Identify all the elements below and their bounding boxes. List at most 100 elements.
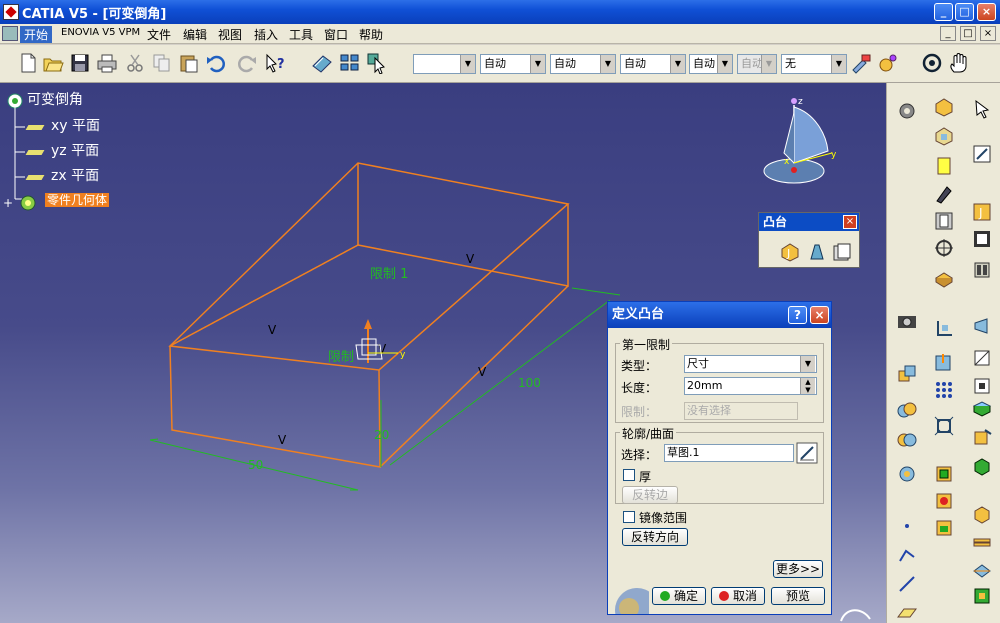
compass-icon[interactable]: z y x (762, 93, 842, 189)
shell-icon[interactable] (971, 375, 993, 397)
intersect-icon[interactable] (896, 428, 918, 450)
multi-section-icon[interactable] (971, 315, 993, 337)
doc-minimize-button[interactable]: _ (940, 26, 956, 41)
rotate-icon[interactable] (971, 455, 993, 477)
dialog-help-button[interactable]: ? (788, 306, 807, 324)
pad-highlight-icon[interactable]: J (971, 201, 993, 223)
translate-icon[interactable] (971, 426, 993, 448)
save-icon[interactable] (69, 52, 91, 74)
more-button[interactable]: 更多>> (773, 560, 823, 578)
line-icon[interactable] (896, 573, 918, 595)
sketch-edit-icon[interactable] (796, 442, 818, 464)
pad-icon[interactable]: J (779, 241, 801, 263)
stack-icon[interactable] (971, 531, 993, 553)
menu-enovia[interactable]: ENOVIA V5 VPM (58, 27, 143, 38)
preview-button[interactable]: 预览 (771, 587, 825, 605)
groove-icon[interactable] (933, 183, 955, 205)
close-button[interactable]: × (977, 3, 996, 21)
catalog-icon[interactable] (339, 52, 361, 74)
split-icon[interactable] (971, 559, 993, 581)
properties-icon[interactable] (877, 52, 899, 74)
sketcher-icon[interactable] (311, 52, 333, 74)
cancel-button[interactable]: 取消 (711, 587, 765, 605)
target-icon[interactable] (933, 237, 955, 259)
whats-this-icon[interactable]: ? (264, 52, 286, 74)
polyline-icon[interactable] (896, 543, 918, 565)
menu-insert[interactable]: 插入 (251, 26, 281, 43)
mirrored-extent-checkbox[interactable] (623, 511, 635, 523)
rib-icon[interactable] (933, 266, 955, 288)
pattern-icon[interactable] (933, 379, 955, 401)
copy-icon[interactable] (151, 52, 173, 74)
print-icon[interactable] (96, 52, 118, 74)
remove-face-icon[interactable] (933, 490, 955, 512)
menu-tools[interactable]: 工具 (286, 26, 316, 43)
length-field[interactable]: 20mm ▲ ▼ (684, 377, 817, 395)
axis-system-icon[interactable] (933, 317, 955, 339)
redo-icon[interactable] (236, 52, 258, 74)
catia-app-icon[interactable] (3, 4, 19, 20)
assemble-icon[interactable] (896, 399, 918, 421)
mirror-icon[interactable] (971, 398, 993, 420)
layer-combo[interactable]: 自动 ▼ (689, 54, 733, 74)
menu-file[interactable]: 文件 (144, 26, 174, 43)
spinner-icon[interactable]: ▲ ▼ (800, 378, 815, 394)
multi-pad-icon[interactable] (831, 241, 853, 263)
open-icon[interactable] (42, 52, 64, 74)
direction-arrow-icon[interactable]: y (348, 315, 412, 375)
maximize-button[interactable]: □ (955, 3, 974, 21)
doc-restore-button[interactable]: □ (960, 26, 976, 41)
thickness-icon[interactable] (933, 463, 955, 485)
sketch-icon[interactable] (971, 143, 993, 165)
thick-checkbox[interactable] (623, 469, 635, 481)
shaft-icon[interactable] (933, 155, 955, 177)
reverse-direction-button[interactable]: 反转方向 (622, 528, 688, 546)
line-color-combo[interactable]: ▼ (413, 54, 476, 74)
hole-icon[interactable] (933, 210, 955, 232)
boolean-add-icon[interactable] (896, 363, 918, 385)
pocket-icon[interactable] (933, 125, 955, 147)
document-icon[interactable] (2, 26, 18, 41)
pad-icon[interactable] (933, 96, 955, 118)
gear-icon[interactable] (896, 100, 918, 122)
menu-help[interactable]: 帮助 (356, 26, 386, 43)
doc-close-button[interactable]: × (980, 26, 996, 41)
limit1-label[interactable]: 限制 1 (370, 263, 408, 282)
cut-icon[interactable] (124, 52, 146, 74)
replace-face-icon[interactable] (933, 517, 955, 539)
menu-view[interactable]: 视图 (215, 26, 245, 43)
select-arrow-icon[interactable] (971, 98, 993, 120)
dialog-close-button[interactable]: × (810, 306, 829, 324)
select-mode-icon[interactable] (366, 52, 388, 74)
menu-start[interactable]: 开始 (20, 26, 53, 43)
plane-tool-icon[interactable] (896, 601, 918, 623)
type-select[interactable]: 尺寸 ▼ (684, 355, 817, 373)
pan-hand-icon[interactable] (948, 52, 970, 74)
minimize-button[interactable]: _ (934, 3, 953, 21)
rotate-view-icon[interactable] (921, 52, 943, 74)
menu-window[interactable]: 窗口 (321, 26, 351, 43)
drafted-pad-icon[interactable] (805, 241, 827, 263)
line-weight-combo[interactable]: 自动 ▼ (550, 54, 616, 74)
line-type-combo[interactable]: 自动 ▼ (480, 54, 546, 74)
draft-icon[interactable] (971, 347, 993, 369)
new-icon[interactable] (17, 52, 39, 74)
point-icon[interactable] (896, 515, 918, 537)
painter-icon[interactable] (850, 52, 872, 74)
edge-fillet-icon[interactable] (933, 351, 955, 373)
layer-filter-combo[interactable]: 无 ▼ (781, 54, 847, 74)
camera-icon[interactable] (896, 310, 918, 332)
boss-toolbar-close-button[interactable]: × (843, 215, 857, 229)
multi-pad-icon[interactable] (971, 259, 993, 281)
menu-edit[interactable]: 编辑 (180, 26, 210, 43)
ok-button[interactable]: 确定 (652, 587, 706, 605)
sketch-based-icon[interactable] (971, 228, 993, 250)
undo-icon[interactable] (205, 52, 227, 74)
point-style-combo[interactable]: 自动 ▼ (620, 54, 686, 74)
remove-lump-icon[interactable] (896, 463, 918, 485)
profile-field[interactable]: 草图.1 (664, 444, 794, 462)
close-surface-icon[interactable] (971, 585, 993, 607)
scaling-icon[interactable] (933, 415, 955, 437)
paste-icon[interactable] (178, 52, 200, 74)
symmetry-icon[interactable] (971, 503, 993, 525)
